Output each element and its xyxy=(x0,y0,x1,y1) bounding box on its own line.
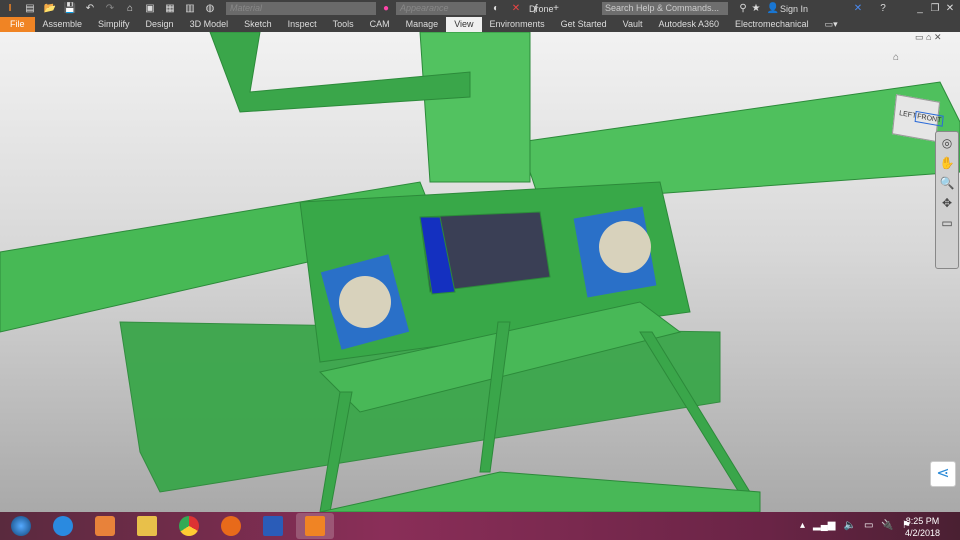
orbit-icon[interactable]: ✥ xyxy=(938,196,956,212)
material-icon[interactable]: ◍ xyxy=(203,3,217,15)
explorer-icon[interactable] xyxy=(128,513,166,539)
tab-vault[interactable]: Vault xyxy=(615,17,651,32)
clock[interactable]: 8:25 PM 4/2/2018 xyxy=(905,515,940,539)
inventor-logo-icon[interactable]: I xyxy=(3,3,17,15)
document-title: Drone xyxy=(529,3,554,14)
clock-time: 8:25 PM xyxy=(905,516,940,526)
tab-cam[interactable]: CAM xyxy=(362,17,398,32)
pan-icon[interactable]: ✋ xyxy=(938,156,956,172)
inventor-taskbar-icon[interactable] xyxy=(296,513,334,539)
color-wheel-icon[interactable]: ● xyxy=(379,3,393,15)
tab-sketch[interactable]: Sketch xyxy=(236,17,280,32)
3d-viewport[interactable]: ⌂ LEFT FRONT ▭ ⌂ ✕ xyxy=(0,32,960,512)
star-icon[interactable]: ★ xyxy=(749,3,763,15)
show-hidden-icon[interactable]: ▴ xyxy=(800,520,805,531)
open-icon[interactable]: 📂 xyxy=(43,3,57,15)
appearance-select[interactable]: Appearance xyxy=(396,2,486,15)
help-icon[interactable]: ? xyxy=(876,3,890,15)
save-icon[interactable]: 💾 xyxy=(63,3,77,15)
ribbon-options-icon[interactable]: ▭▾ xyxy=(817,17,846,32)
tab-assemble[interactable]: Assemble xyxy=(35,17,91,32)
new-icon[interactable]: ▤ xyxy=(23,3,37,15)
share-icon[interactable]: ⋖ xyxy=(930,461,956,487)
look-at-icon[interactable]: ▭ xyxy=(938,216,956,232)
navigation-bar: ◎ ✋ 🔍 ✥ ▭ xyxy=(935,131,959,269)
select-icon[interactable]: ▥ xyxy=(183,3,197,15)
tab-view[interactable]: View xyxy=(446,17,482,32)
drone-model xyxy=(0,32,960,512)
home-view-icon[interactable]: ⌂ xyxy=(893,52,899,63)
signal-icon[interactable]: ▂▄▆ xyxy=(813,520,835,531)
arm-right xyxy=(519,81,960,203)
close-icon[interactable]: ✕ xyxy=(943,3,957,15)
minimize-icon[interactable]: _ xyxy=(913,3,927,15)
redo-icon[interactable]: ↷ xyxy=(103,3,117,15)
measure-icon[interactable]: ▦ xyxy=(163,3,177,15)
viewcube[interactable]: LEFT FRONT xyxy=(891,94,944,142)
tab-design[interactable]: Design xyxy=(138,17,182,32)
tab-inspect[interactable]: Inspect xyxy=(280,17,325,32)
quick-access-toolbar: I ▤ 📂 💾 ↶ ↷ ⌂ ▣ ▦ ▥ ◍ Material ● Appeara… xyxy=(0,0,960,17)
sign-in-button[interactable]: Sign In xyxy=(780,4,808,14)
adjust-appearance-icon[interactable]: ◐ xyxy=(489,3,503,15)
satellite-icon[interactable]: ⚲ xyxy=(736,3,750,15)
user-icon[interactable]: 👤 xyxy=(766,3,780,15)
tab-3d-model[interactable]: 3D Model xyxy=(182,17,237,32)
word-icon[interactable] xyxy=(254,513,292,539)
ribbon-tabs: File Assemble Simplify Design 3D Model Sketch… xyxy=(0,17,960,32)
media-player-icon[interactable] xyxy=(86,513,124,539)
ie-icon[interactable] xyxy=(44,513,82,539)
system-tray: ▴ ▂▄▆ 🔈 ▭ 🔌 ⚑ xyxy=(800,520,911,531)
steering-wheel-icon[interactable]: ◎ xyxy=(938,136,956,152)
volume-icon[interactable]: 🔈 xyxy=(844,520,856,531)
clock-date: 4/2/2018 xyxy=(904,528,940,538)
tab-tools[interactable]: Tools xyxy=(325,17,362,32)
tab-electromechanical[interactable]: Electromechanical xyxy=(727,17,817,32)
zoom-icon[interactable]: 🔍 xyxy=(938,176,956,192)
tab-simplify[interactable]: Simplify xyxy=(90,17,138,32)
update-icon[interactable]: ▣ xyxy=(143,3,157,15)
top-arm xyxy=(419,32,531,183)
tab-autodesk-a360[interactable]: Autodesk A360 xyxy=(650,17,727,32)
home-icon[interactable]: ⌂ xyxy=(123,3,137,15)
tab-manage[interactable]: Manage xyxy=(398,17,447,32)
tab-file[interactable]: File xyxy=(0,17,35,32)
restore-icon[interactable]: ❐ xyxy=(928,3,942,15)
tab-environments[interactable]: Environments xyxy=(482,17,553,32)
foot xyxy=(319,471,761,512)
start-button[interactable] xyxy=(2,513,40,539)
clear-appearance-icon[interactable]: ✕ xyxy=(509,3,523,15)
exchange-icon[interactable]: ✕ xyxy=(851,3,865,15)
undo-icon[interactable]: ↶ xyxy=(83,3,97,15)
viewport-window-controls[interactable]: ▭ ⌂ ✕ xyxy=(915,32,941,43)
search-input[interactable]: Search Help & Commands... xyxy=(602,2,728,15)
firefox-icon[interactable] xyxy=(212,513,250,539)
chrome-icon[interactable] xyxy=(170,513,208,539)
material-select[interactable]: Material xyxy=(226,2,376,15)
tab-get-started[interactable]: Get Started xyxy=(553,17,615,32)
network-icon[interactable]: ▭ xyxy=(864,520,873,531)
power-icon[interactable]: 🔌 xyxy=(881,520,893,531)
